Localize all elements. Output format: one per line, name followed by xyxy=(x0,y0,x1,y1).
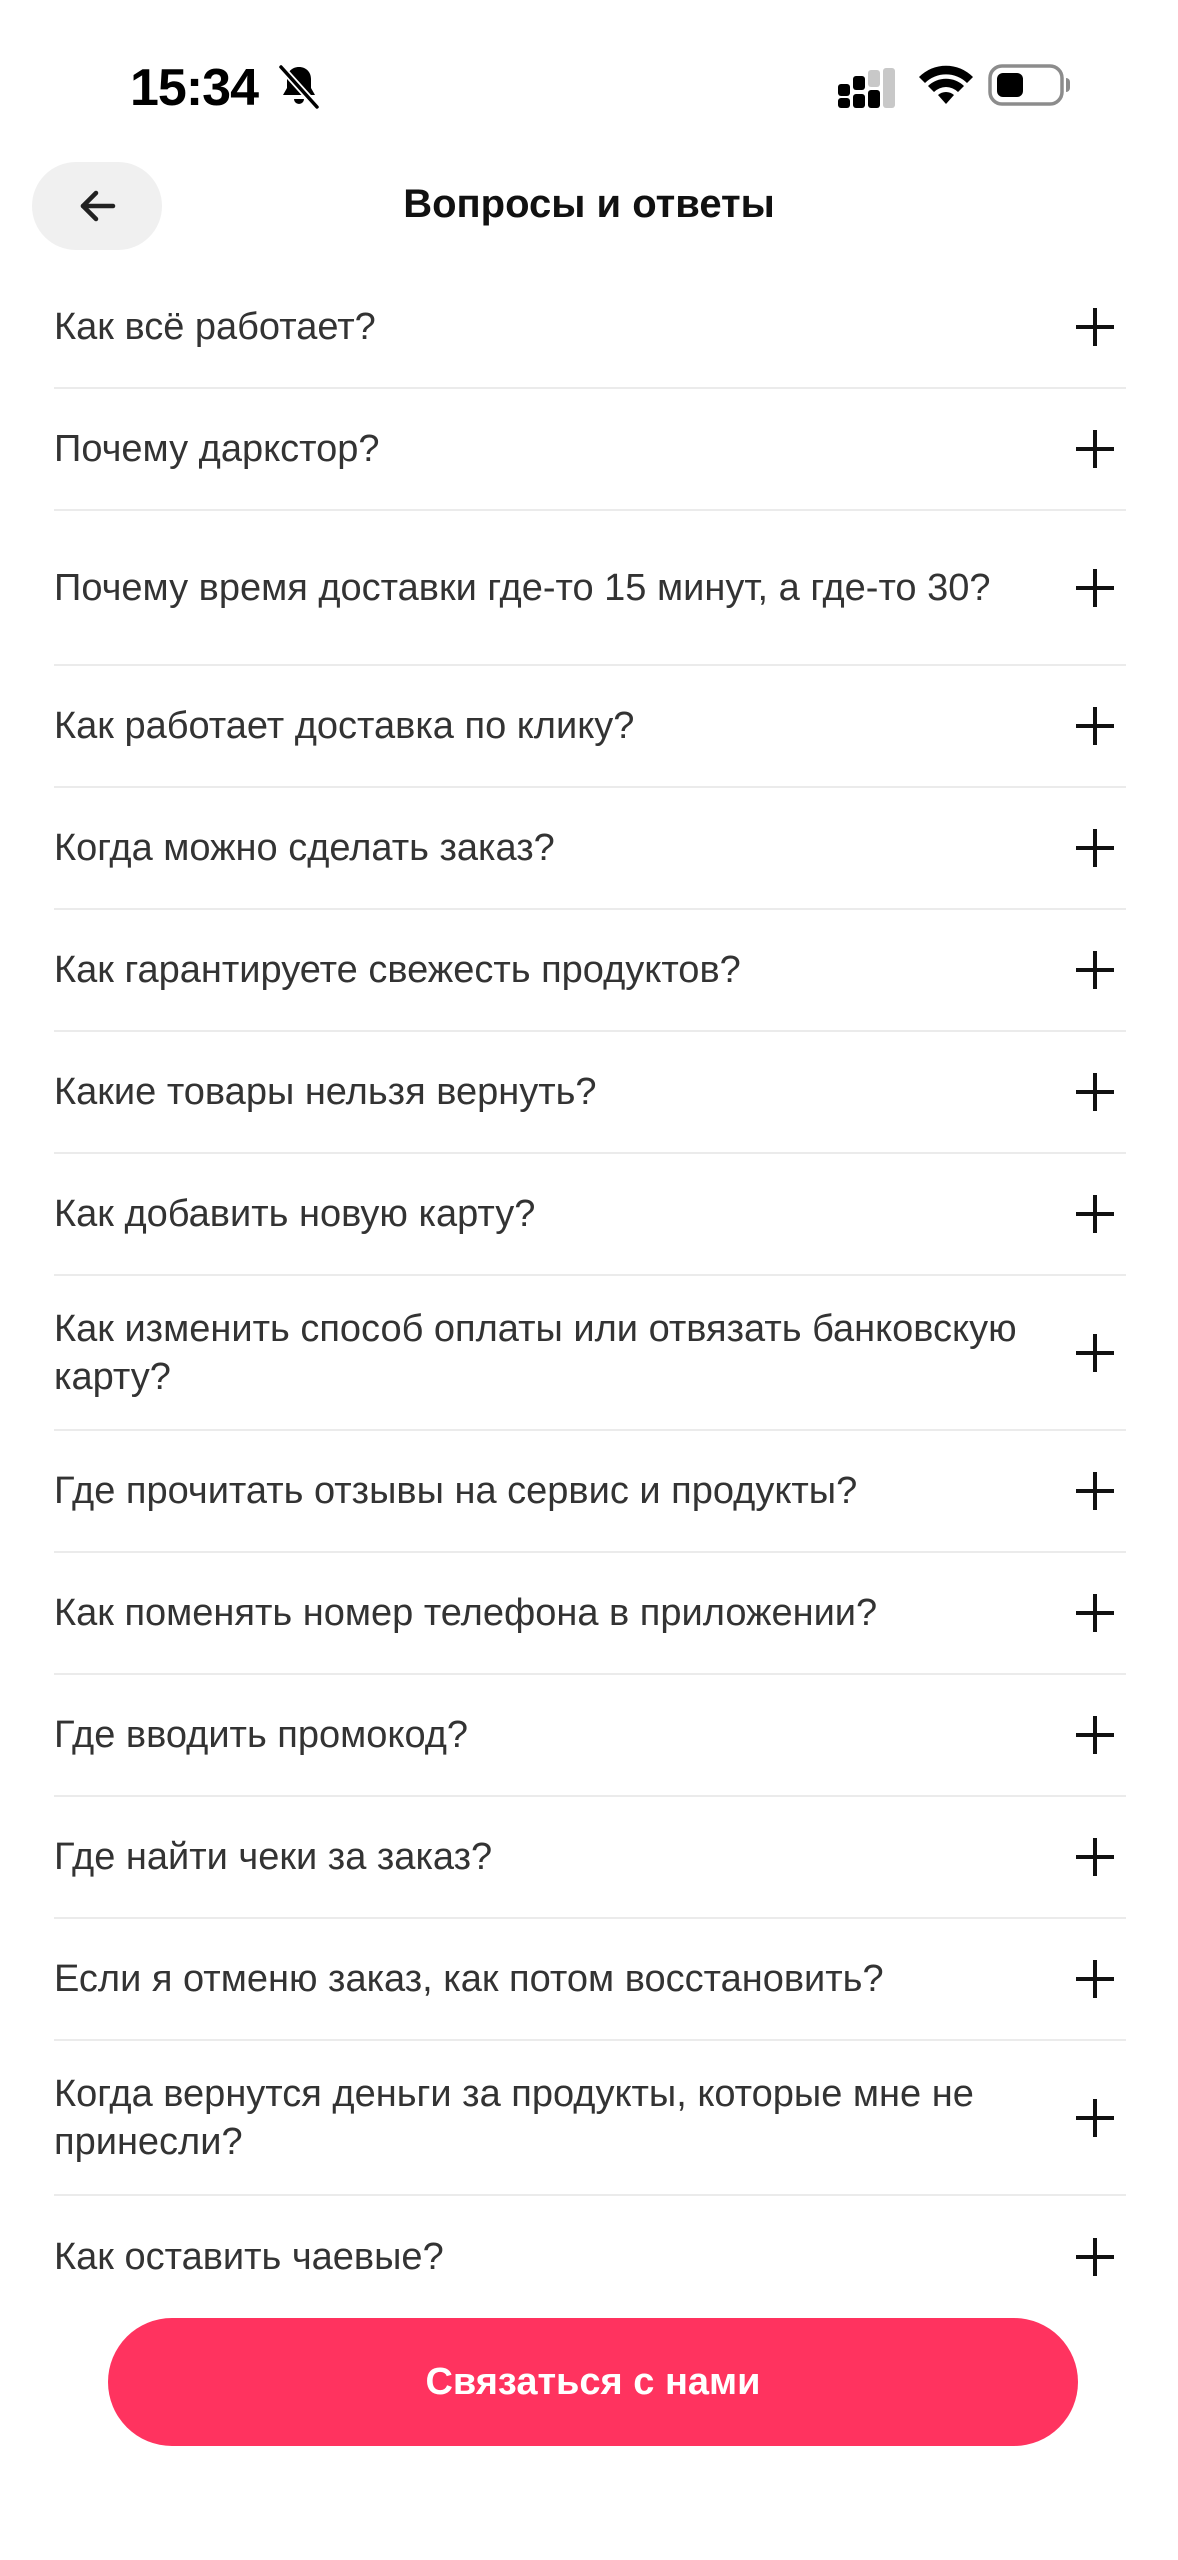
faq-question: Где прочитать отзывы на сервис и продукт… xyxy=(54,1470,858,1512)
faq-question: Как изменить способ оплаты или отвязать … xyxy=(54,1307,1017,1398)
faq-item[interactable]: Как поменять номер телефона в приложении… xyxy=(54,1553,1126,1675)
plus-icon xyxy=(1076,430,1114,468)
faq-question: Как всё работает? xyxy=(54,306,376,348)
plus-icon xyxy=(1076,1716,1114,1754)
faq-item[interactable]: Почему время доставки где-то 15 минут, а… xyxy=(54,511,1126,666)
plus-icon xyxy=(1076,1333,1114,1372)
header: Вопросы и ответы xyxy=(0,160,1178,260)
faq-item[interactable]: Где вводить промокод? xyxy=(54,1675,1126,1797)
faq-item[interactable]: Если я отменю заказ, как потом восстанов… xyxy=(54,1919,1126,2041)
plus-icon xyxy=(1076,1073,1114,1111)
plus-icon xyxy=(1076,951,1114,989)
faq-item[interactable]: Где найти чеки за заказ? xyxy=(54,1797,1126,1919)
battery-icon xyxy=(988,64,1070,106)
faq-item[interactable]: Когда вернутся деньги за продукты, котор… xyxy=(54,2041,1126,2196)
faq-question: Как работает доставка по клику? xyxy=(54,705,635,747)
screen: 15:34 Вопросы и ответы Как всё работает?… xyxy=(0,0,1178,2560)
faq-question: Почему даркстор? xyxy=(54,428,380,470)
page-title: Вопросы и ответы xyxy=(403,182,775,226)
faq-question: Где вводить промокод? xyxy=(54,1714,469,1756)
faq-question: Как гарантируете свежесть продуктов? xyxy=(54,949,741,991)
faq-item[interactable]: Почему даркстор? xyxy=(54,389,1126,511)
faq-item[interactable]: Где прочитать отзывы на сервис и продукт… xyxy=(54,1431,1126,1553)
plus-icon xyxy=(1076,2098,1114,2137)
faq-item[interactable]: Когда можно сделать заказ? xyxy=(54,788,1126,910)
faq-item[interactable]: Как всё работает? xyxy=(54,267,1126,389)
faq-question: Какие товары нельзя вернуть? xyxy=(54,1071,597,1113)
faq-item[interactable]: Какие товары нельзя вернуть? xyxy=(54,1032,1126,1154)
plus-icon xyxy=(1076,707,1114,745)
plus-icon xyxy=(1076,308,1114,346)
faq-list: Как всё работает? Почему даркстор? Почем… xyxy=(54,267,1126,2318)
faq-item[interactable]: Как оставить чаевые? xyxy=(54,2196,1126,2318)
plus-icon xyxy=(1076,1838,1114,1876)
faq-question: Как оставить чаевые? xyxy=(54,2236,444,2278)
plus-icon xyxy=(1076,829,1114,867)
faq-item[interactable]: Как изменить способ оплаты или отвязать … xyxy=(54,1276,1126,1431)
faq-question: Когда можно сделать заказ? xyxy=(54,827,555,869)
faq-question: Если я отменю заказ, как потом восстанов… xyxy=(54,1958,884,2000)
contact-us-label: Связаться с нами xyxy=(425,2360,761,2403)
wifi-icon xyxy=(919,65,973,104)
status-bar: 15:34 xyxy=(0,0,1178,150)
plus-icon xyxy=(1076,1472,1114,1510)
faq-question: Почему время доставки где-то 15 минут, а… xyxy=(54,566,991,609)
contact-us-button[interactable]: Связаться с нами xyxy=(108,2318,1078,2446)
faq-question: Где найти чеки за заказ? xyxy=(54,1836,493,1878)
plus-icon xyxy=(1076,1594,1114,1632)
faq-question: Как добавить новую карту? xyxy=(54,1193,536,1235)
signal-icon xyxy=(838,68,895,108)
status-time: 15:34 xyxy=(130,59,259,117)
faq-item[interactable]: Как работает доставка по клику? xyxy=(54,666,1126,788)
plus-icon xyxy=(1076,2238,1114,2276)
faq-question: Как поменять номер телефона в приложении… xyxy=(54,1592,878,1634)
plus-icon xyxy=(1076,1195,1114,1233)
faq-question: Когда вернутся деньги за продукты, котор… xyxy=(54,2072,974,2163)
faq-item[interactable]: Как гарантируете свежесть продуктов? xyxy=(54,910,1126,1032)
plus-icon xyxy=(1076,568,1114,607)
bell-slash-icon xyxy=(277,63,321,111)
faq-item[interactable]: Как добавить новую карту? xyxy=(54,1154,1126,1276)
plus-icon xyxy=(1076,1960,1114,1998)
